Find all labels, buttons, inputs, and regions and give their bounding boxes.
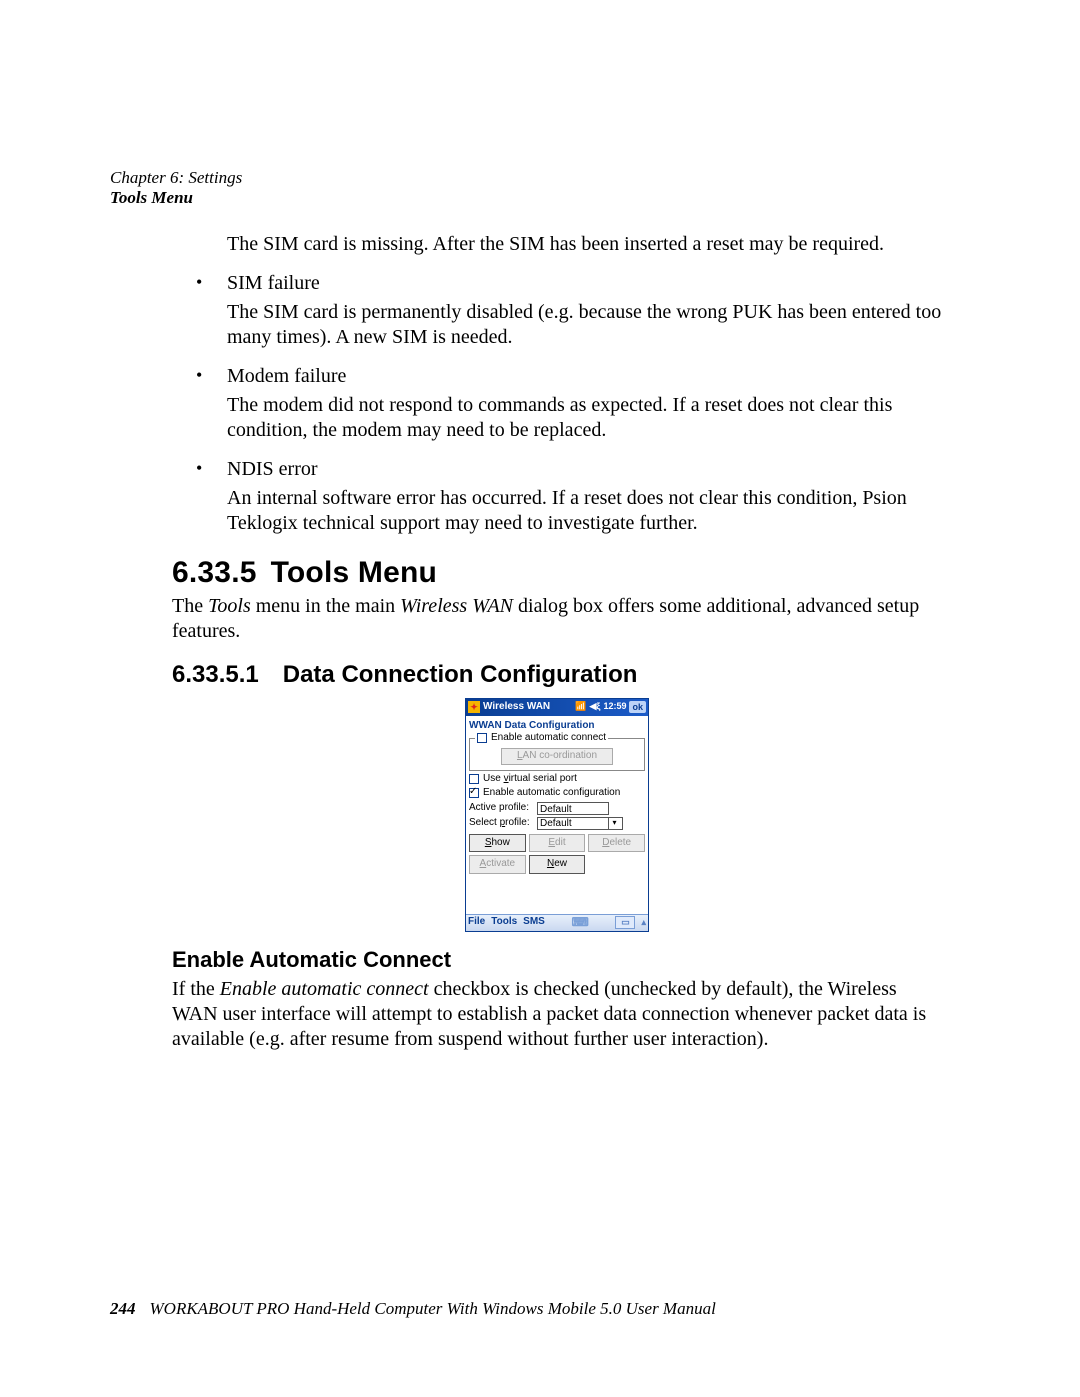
section-heading-tools-menu: 6.33.5 Tools Menu (172, 554, 942, 592)
select-profile-value: Default (540, 817, 572, 830)
enable-automatic-connect-label: Enable automatic connect (491, 732, 606, 745)
select-profile-label: Select profile: (469, 817, 533, 830)
show-button[interactable]: Show (469, 834, 526, 853)
sip-caret-icon[interactable]: ▴ (641, 917, 646, 928)
lan-coordination-button: LAN co-ordination (501, 748, 613, 765)
speaker-icon: ◀ξ (590, 701, 601, 712)
dialog-titlebar: ✦ Wireless WAN 📶 ◀ξ 12:59 ok (466, 699, 648, 716)
dialog-heading: WWAN Data Configuration (469, 720, 645, 733)
bullet-title: NDIS error (227, 457, 942, 482)
titlebar-status: 📶 ◀ξ 12:59 ok (575, 701, 646, 713)
footer-text: WORKABOUT PRO Hand-Held Computer With Wi… (150, 1299, 716, 1318)
list-item: NDIS error An internal software error ha… (172, 457, 942, 536)
delete-button: Delete (588, 834, 645, 853)
embedded-screenshot: ✦ Wireless WAN 📶 ◀ξ 12:59 ok WWAN Data C… (172, 698, 942, 932)
page-number: 244 (110, 1299, 136, 1318)
active-profile-label: Active profile: (469, 802, 533, 815)
lead-paragraph: The SIM card is missing. After the SIM h… (172, 232, 942, 257)
bullet-title: SIM failure (227, 271, 942, 296)
chapter-subtitle: Tools Menu (110, 188, 242, 208)
tools-menu-intro: The Tools menu in the main Wireless WAN … (172, 594, 942, 644)
clock-label: 12:59 (603, 701, 626, 712)
keyboard-icon[interactable]: ⌨ (551, 915, 610, 930)
page-body: The SIM card is missing. After the SIM h… (172, 232, 942, 1052)
enable-automatic-connect-checkbox[interactable] (477, 733, 487, 743)
list-item: SIM failure The SIM card is permanently … (172, 271, 942, 350)
use-virtual-serial-port-checkbox[interactable] (469, 774, 479, 784)
section-number: 6.33.5 (172, 556, 257, 589)
bullet-list: SIM failure The SIM card is permanently … (172, 271, 942, 536)
menu-tools[interactable]: Tools (491, 916, 517, 929)
ok-button[interactable]: ok (629, 701, 646, 713)
edit-button: Edit (529, 834, 586, 853)
sip-button[interactable]: ▭ (615, 916, 635, 929)
bullet-desc: The modem did not respond to commands as… (227, 393, 942, 443)
enable-automatic-connect-paragraph: If the Enable automatic connect checkbox… (172, 977, 942, 1052)
menu-file[interactable]: File (468, 916, 485, 929)
bullet-desc: The SIM card is permanently disabled (e.… (227, 300, 942, 350)
enable-automatic-configuration-checkbox[interactable] (469, 788, 479, 798)
signal-icon: 📶 (575, 701, 586, 712)
document-page: Chapter 6: Settings Tools Menu The SIM c… (0, 0, 1080, 1397)
section-title: Data Connection Configuration (283, 661, 638, 688)
chapter-label: Chapter 6: Settings (110, 168, 242, 188)
dialog-button-row: Show Edit Delete Activate New (466, 834, 648, 874)
connect-groupbox: Enable automatic connect LAN co-ordinati… (469, 738, 645, 771)
dialog-title: Wireless WAN (483, 701, 575, 714)
new-button[interactable]: New (529, 855, 586, 874)
section-number: 6.33.5.1 (172, 661, 259, 688)
page-footer: 244 WORKABOUT PRO Hand-Held Computer With… (110, 1299, 716, 1319)
menu-sms[interactable]: SMS (523, 916, 545, 929)
section-heading-data-connection: 6.33.5.1 Data Connection Configuration (172, 660, 942, 690)
active-profile-value: Default (537, 802, 609, 815)
wireless-wan-dialog: ✦ Wireless WAN 📶 ◀ξ 12:59 ok WWAN Data C… (465, 698, 649, 932)
enable-automatic-configuration-label: Enable automatic configuration (483, 787, 620, 800)
app-icon: ✦ (468, 701, 480, 713)
select-profile-combobox[interactable]: Default ▾ (537, 817, 623, 830)
list-item: Modem failure The modem did not respond … (172, 364, 942, 443)
bullet-title: Modem failure (227, 364, 942, 389)
activate-button: Activate (469, 855, 526, 874)
chevron-down-icon: ▾ (608, 818, 620, 829)
page-header: Chapter 6: Settings Tools Menu (110, 168, 242, 209)
use-virtual-serial-port-label: Use virtual serial port (483, 773, 577, 786)
section-title: Tools Menu (271, 556, 437, 589)
dialog-content: WWAN Data Configuration Enable automatic… (466, 716, 648, 830)
subsection-heading-enable-automatic-connect: Enable Automatic Connect (172, 946, 942, 974)
bullet-desc: An internal software error has occurred.… (227, 486, 942, 536)
dialog-menubar: File Tools SMS ⌨ ▭ ▴ (466, 914, 648, 931)
